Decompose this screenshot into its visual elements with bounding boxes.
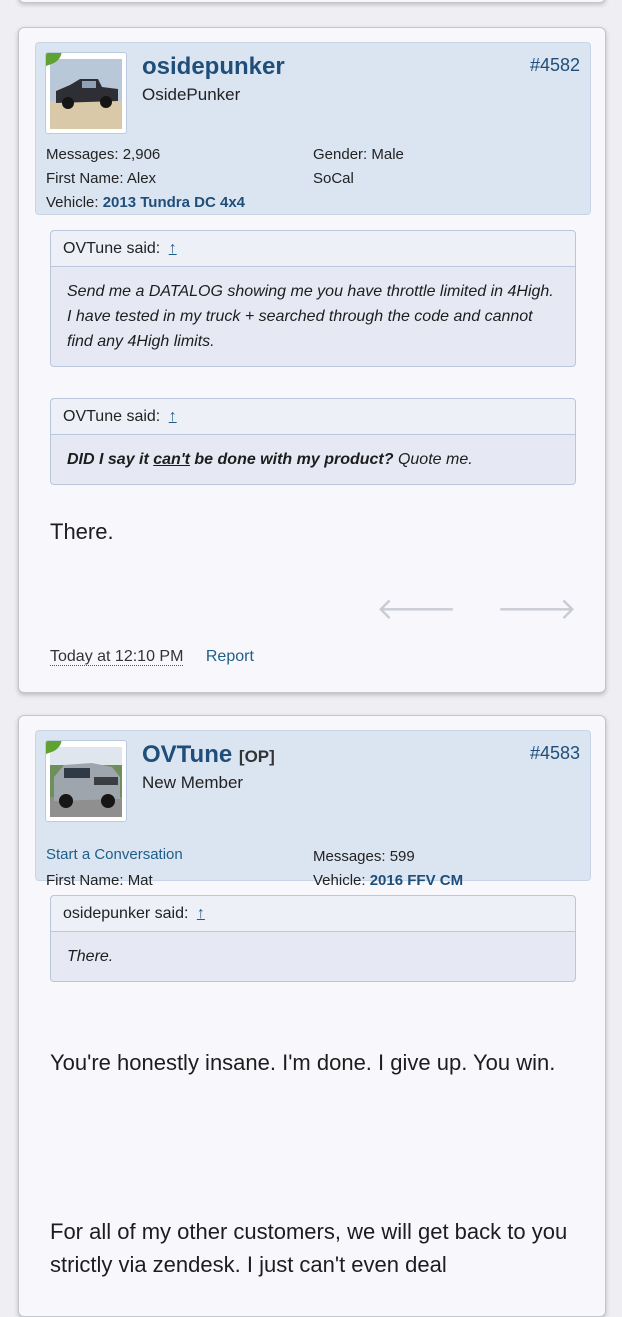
next-arrow-icon[interactable]: 🡒 bbox=[497, 593, 577, 626]
quote-author: OVTune said: bbox=[63, 240, 161, 257]
gender-label: Gender: bbox=[313, 146, 368, 163]
location: SoCal bbox=[313, 170, 354, 187]
gender-value: Male bbox=[371, 146, 404, 163]
avatar-truck-image bbox=[50, 747, 122, 817]
quote-header: OVTune said: ↑ bbox=[51, 231, 575, 267]
avatar-truck-image bbox=[50, 59, 122, 129]
first-name: First Name: Mat bbox=[46, 872, 153, 889]
quote-underlined-text: can't bbox=[153, 451, 190, 468]
messages-label: Messages: bbox=[46, 146, 119, 163]
post-4583: OVTune [OP] New Member #4583 Start a Con… bbox=[18, 715, 606, 1317]
quote-text: DID I say it can't be done with my produ… bbox=[51, 435, 575, 484]
quote-block: osidepunker said: ↑ There. bbox=[50, 895, 576, 982]
username[interactable]: OVTune [OP] bbox=[142, 741, 275, 769]
post-4582: osidepunker OsidePunker #4582 Messages: … bbox=[18, 27, 606, 693]
messages-count: Messages: 599 bbox=[313, 848, 415, 865]
vehicle: Vehicle: 2013 Tundra DC 4x4 bbox=[46, 194, 245, 211]
op-badge: [OP] bbox=[238, 747, 275, 766]
messages-label: Messages: bbox=[313, 848, 386, 865]
user-info-bar: OVTune [OP] New Member #4583 Start a Con… bbox=[35, 730, 591, 889]
messages-value: 599 bbox=[389, 848, 415, 865]
quote-plain-text: Quote me. bbox=[393, 451, 473, 468]
post-timestamp[interactable]: Today at 12:10 PM bbox=[50, 648, 184, 666]
quote-author: OVTune said: bbox=[63, 408, 161, 425]
user-title: OsidePunker bbox=[142, 85, 241, 104]
first-name-value: Alex bbox=[126, 170, 157, 187]
messages-count: Messages: 2,906 bbox=[46, 146, 160, 163]
start-conversation-link[interactable]: Start a Conversation bbox=[46, 846, 183, 863]
quote-block: OVTune said: ↑ Send me a DATALOG showing… bbox=[50, 230, 576, 367]
vehicle-value: 2016 FFV CM bbox=[369, 872, 464, 889]
quote-block: OVTune said: ↑ DID I say it can't be don… bbox=[50, 398, 576, 485]
username[interactable]: osidepunker bbox=[142, 53, 285, 81]
quote-author: osidepunker said: bbox=[63, 905, 189, 922]
vehicle: Vehicle: 2016 FFV CM bbox=[313, 872, 463, 889]
quote-bold-text: DID I say it bbox=[67, 451, 154, 468]
first-name-label: First Name: bbox=[46, 872, 124, 889]
messages-value: 2,906 bbox=[122, 146, 161, 163]
post-number-link[interactable]: #4582 bbox=[530, 55, 580, 76]
post-navigation: 🡐 🡒 bbox=[336, 591, 577, 627]
quote-text: Send me a DATALOG showing me you have th… bbox=[67, 283, 554, 350]
quote-header: osidepunker said: ↑ bbox=[51, 896, 575, 932]
vehicle-label: Vehicle: bbox=[46, 194, 99, 211]
vehicle-label: Vehicle: bbox=[313, 872, 366, 889]
avatar[interactable] bbox=[45, 52, 127, 134]
go-to-quote-icon[interactable]: ↑ bbox=[169, 408, 177, 425]
user-title: New Member bbox=[142, 773, 244, 792]
post-footer: Today at 12:10 PM Report bbox=[50, 648, 254, 666]
location-value: SoCal bbox=[313, 170, 354, 187]
previous-post-bottom bbox=[18, 0, 606, 3]
first-name-value: Mat bbox=[127, 872, 153, 889]
post-number-link[interactable]: #4583 bbox=[530, 743, 580, 764]
quote-bold-text: be done with my product? bbox=[189, 451, 394, 468]
gender: Gender: Male bbox=[313, 146, 404, 163]
previous-arrow-icon[interactable]: 🡐 bbox=[376, 593, 456, 626]
user-info-bar: osidepunker OsidePunker #4582 Messages: … bbox=[35, 42, 591, 215]
go-to-quote-icon[interactable]: ↑ bbox=[197, 905, 205, 922]
start-conversation[interactable]: Start a Conversation bbox=[46, 846, 183, 863]
first-name: First Name: Alex bbox=[46, 170, 156, 187]
report-link[interactable]: Report bbox=[206, 648, 254, 665]
quote-header: OVTune said: ↑ bbox=[51, 399, 575, 435]
username-text[interactable]: OVTune bbox=[142, 741, 232, 768]
vehicle-value: 2013 Tundra DC 4x4 bbox=[102, 194, 245, 211]
quote-text: There. bbox=[67, 948, 114, 965]
go-to-quote-icon[interactable]: ↑ bbox=[169, 240, 177, 257]
first-name-label: First Name: bbox=[46, 170, 124, 187]
post-message: There. bbox=[50, 519, 114, 544]
post-message: For all of my other customers, we will g… bbox=[50, 1219, 568, 1277]
post-message: You're honestly insane. I'm done. I give… bbox=[50, 1050, 556, 1075]
avatar[interactable] bbox=[45, 740, 127, 822]
